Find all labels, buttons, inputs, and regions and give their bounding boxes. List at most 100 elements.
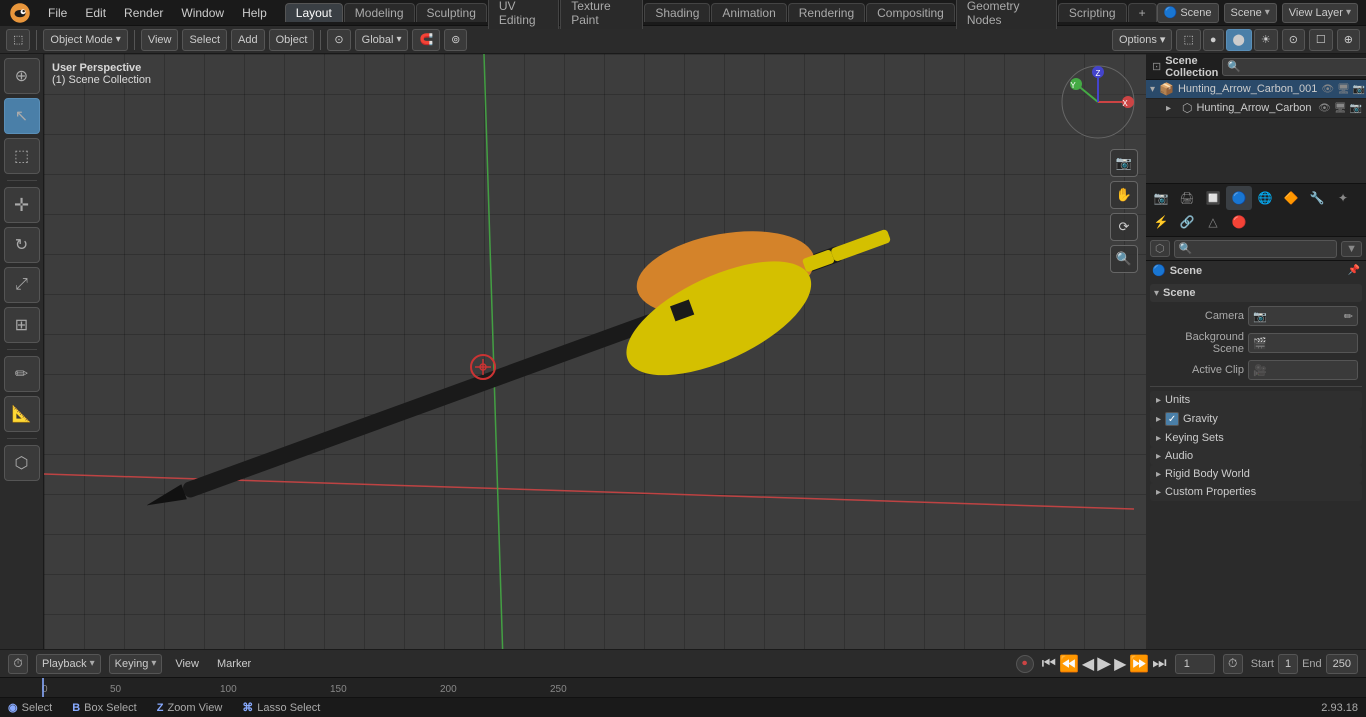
frame-ruler[interactable]: 0 50 100 150 200 250 (0, 677, 1366, 697)
tab-scripting[interactable]: Scripting (1058, 3, 1127, 22)
menu-window[interactable]: Window (173, 4, 232, 22)
visibility-icon-1[interactable]: 👁 (1318, 103, 1331, 114)
play-btn[interactable]: ▶ (1097, 653, 1111, 674)
props-tab-modifier[interactable]: 🔧 (1304, 186, 1330, 210)
props-search[interactable] (1174, 240, 1338, 258)
start-frame-input[interactable]: 1 (1278, 654, 1298, 674)
select-menu[interactable]: Select (182, 29, 227, 51)
tab-add-workspace[interactable]: + (1128, 3, 1157, 22)
object-menu[interactable]: Object (269, 29, 315, 51)
pivot-point[interactable]: ⊙ (327, 29, 350, 51)
outliner-search[interactable] (1222, 58, 1366, 76)
record-btn[interactable]: ⏺ (1016, 655, 1034, 673)
tool-cursor[interactable]: ⊕ (4, 58, 40, 94)
tool-scale[interactable]: ⤢ (4, 267, 40, 303)
hunting-arrow-object[interactable] (103, 172, 923, 572)
camera-edit-icon[interactable]: ✏ (1344, 310, 1353, 323)
background-scene-value[interactable]: 🎬 (1248, 333, 1358, 353)
mode-selector[interactable]: Object Mode ▾ (43, 29, 127, 51)
tab-geometry-nodes[interactable]: Geometry Nodes (956, 0, 1057, 29)
section-rigid-body-header[interactable]: ▸ Rigid Body World (1150, 465, 1362, 483)
props-tab-physics[interactable]: ⚡ (1148, 210, 1174, 234)
add-menu[interactable]: Add (231, 29, 265, 51)
shading-wireframe[interactable]: ⬚ (1176, 29, 1200, 51)
outliner-row-1[interactable]: ▸ ⬡ Hunting_Arrow_Carbon 👁 🖥 📷 (1146, 99, 1366, 118)
outliner-row-0[interactable]: ▾ 📦 Hunting_Arrow_Carbon_001 👁 🖥 📷 (1146, 80, 1366, 99)
menu-edit[interactable]: Edit (77, 4, 114, 22)
zoom-btn[interactable]: 🔍 (1110, 245, 1138, 273)
active-clip-value[interactable]: 🎥 (1248, 360, 1358, 380)
props-filter-btn[interactable]: ▼ (1341, 241, 1362, 257)
tool-box-select[interactable]: ⬚ (4, 138, 40, 174)
view-layer-selector[interactable]: View Layer ▾ (1282, 3, 1358, 23)
section-units-header[interactable]: ▸ Units (1150, 391, 1362, 409)
zoom-camera-btn[interactable]: 📷 (1110, 149, 1138, 177)
snap-btn[interactable]: 🧲 (412, 29, 440, 51)
jump-end-btn[interactable]: ⏭ (1152, 655, 1166, 673)
tab-animation[interactable]: Animation (711, 3, 786, 22)
scene-selector[interactable]: Scene ▾ (1224, 3, 1277, 23)
tab-rendering[interactable]: Rendering (788, 3, 865, 22)
move-view-btn[interactable]: ✋ (1110, 181, 1138, 209)
tab-texture-paint[interactable]: Texture Paint (560, 0, 643, 29)
menu-render[interactable]: Render (116, 4, 171, 22)
props-tab-material[interactable]: 🔴 (1226, 210, 1252, 234)
section-custom-props-header[interactable]: ▸ Custom Properties (1150, 483, 1362, 501)
tab-layout[interactable]: Layout (285, 3, 343, 22)
keying-menu[interactable]: Keying ▾ (109, 654, 163, 674)
tool-move[interactable]: ✛ (4, 187, 40, 223)
gizmo-btn[interactable]: ⊕ (1337, 29, 1360, 51)
props-tab-particles[interactable]: ✦ (1330, 186, 1356, 210)
proportional-edit[interactable]: ⊚ (444, 29, 467, 51)
section-audio-header[interactable]: ▸ Audio (1150, 447, 1362, 465)
tool-annotate[interactable]: ✏ (4, 356, 40, 392)
view-menu[interactable]: View (141, 29, 179, 51)
menu-file[interactable]: File (40, 4, 75, 22)
shading-rendered[interactable]: ☀ (1254, 29, 1278, 51)
next-keyframe-btn[interactable]: ⏩ (1129, 654, 1149, 674)
tab-sculpting[interactable]: Sculpting (416, 3, 487, 22)
options-btn[interactable]: Options ▾ (1112, 29, 1173, 51)
prev-frame-btn[interactable]: ◀ (1082, 654, 1094, 674)
props-tab-world[interactable]: 🌐 (1252, 186, 1278, 210)
section-keying-sets-header[interactable]: ▸ Keying Sets (1150, 429, 1362, 447)
props-tab-constraints[interactable]: 🔗 (1174, 210, 1200, 234)
gravity-checkbox[interactable]: ✓ (1165, 412, 1179, 426)
end-frame-input[interactable]: 250 (1326, 654, 1358, 674)
camera-value[interactable]: 📷 ✏ (1248, 306, 1358, 326)
engine-selector[interactable]: 🔵 Scene (1157, 3, 1219, 23)
global-selector[interactable]: Global ▾ (355, 29, 409, 51)
tool-rotate[interactable]: ↻ (4, 227, 40, 263)
tab-modeling[interactable]: Modeling (344, 3, 415, 22)
tab-compositing[interactable]: Compositing (866, 3, 955, 22)
playback-menu[interactable]: Playback ▾ (36, 654, 101, 674)
overlay-btn[interactable]: ⊙ (1282, 29, 1305, 51)
tool-add-object[interactable]: ⬡ (4, 445, 40, 481)
visibility-icon-0[interactable]: 👁 (1321, 84, 1334, 95)
props-tab-output[interactable]: 🖨 (1174, 186, 1200, 210)
section-gravity-header[interactable]: ▸ ✓ Gravity (1150, 409, 1362, 429)
blender-logo-area[interactable] (0, 0, 40, 26)
orbit-btn[interactable]: ⟳ (1110, 213, 1138, 241)
menu-help[interactable]: Help (234, 4, 275, 22)
jump-start-btn[interactable]: ⏮ (1042, 655, 1056, 673)
render-icon-0[interactable]: 📷 (1353, 84, 1365, 95)
props-nav-btn[interactable]: ⬡ (1150, 240, 1170, 257)
marker-menu[interactable]: Marker (212, 654, 256, 674)
shading-material[interactable]: ⬤ (1226, 29, 1252, 51)
props-tab-data[interactable]: △ (1200, 210, 1226, 234)
prev-keyframe-btn[interactable]: ⏪ (1059, 654, 1079, 674)
props-tab-render[interactable]: 📷 (1148, 186, 1174, 210)
tool-measure[interactable]: 📐 (4, 396, 40, 432)
view-menu-tl[interactable]: View (170, 654, 204, 674)
navigation-gizmo[interactable]: X Y Z (1058, 62, 1138, 142)
viewport-icon-1[interactable]: 🖥 (1334, 103, 1347, 114)
current-frame-input[interactable]: 1 (1175, 654, 1215, 674)
tab-shading[interactable]: Shading (644, 3, 710, 22)
tab-uv-editing[interactable]: UV Editing (488, 0, 559, 29)
viewport-icon-0[interactable]: 🖥 (1337, 84, 1350, 95)
editor-type-btn[interactable]: ⬚ (6, 29, 30, 51)
viewport[interactable]: User Perspective (1) Scene Collection X … (44, 54, 1146, 649)
section-scene-header[interactable]: ▾ Scene (1150, 284, 1362, 302)
tool-select[interactable]: ↖ (4, 98, 40, 134)
